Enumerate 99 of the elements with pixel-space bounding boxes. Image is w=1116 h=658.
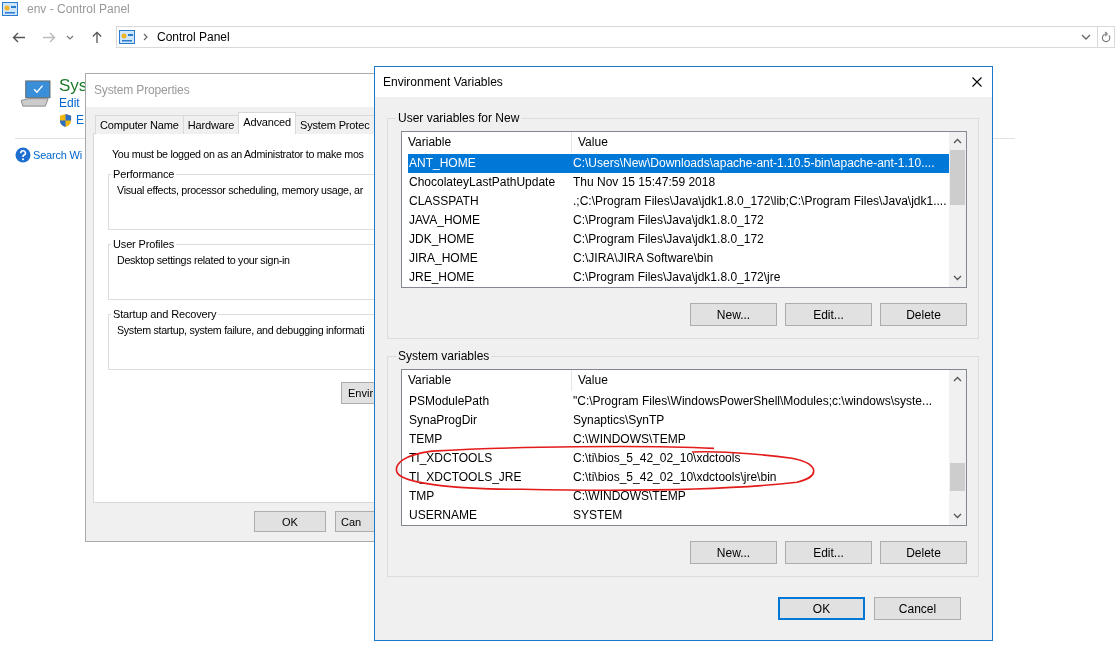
variable-value: C:\ti\bios_5_42_02_10\xdctools\jre\bin	[573, 469, 778, 486]
help-icon	[15, 147, 31, 163]
variable-value: C:\JIRA\JIRA Software\bin	[573, 250, 715, 267]
variable-value: C:\Users\New\Downloads\apache-ant-1.10.5-bin\apache-ant-1.10....	[573, 155, 936, 172]
variable-name: JRE_HOME	[408, 269, 476, 286]
list-row[interactable]: CLASSPATH .;C:\Program Files\Java\jdk1.8.0_172\lib;C:\Program Files\Java\jdk1....	[408, 192, 949, 211]
variable-value: C:\WINDOWS\TEMP	[573, 431, 687, 448]
close-icon[interactable]	[972, 77, 982, 87]
refresh-icon	[1101, 31, 1111, 43]
list-row[interactable]: JRE_HOME C:\Program Files\Java\jdk1.8.0_172\jre	[408, 268, 949, 287]
variable-name: TMP	[408, 488, 436, 505]
control-panel-icon	[2, 2, 18, 16]
variable-name: CLASSPATH	[408, 193, 480, 210]
shield-icon	[59, 113, 72, 128]
chevron-right-icon	[143, 33, 148, 41]
variable-value: .;C:\Program Files\Java\jdk1.8.0_172\lib;C:\Program Files\Java\jdk1....	[573, 193, 948, 210]
variable-value: C:\ti\bios_5_42_02_10\xdctools	[573, 450, 742, 467]
scroll-down-icon[interactable]	[953, 275, 962, 281]
dialog-title: Environment Variables	[383, 75, 503, 89]
variable-name: SynaProgDir	[408, 412, 479, 429]
list-row[interactable]: JDK_HOME C:\Program Files\Java\jdk1.8.0_172	[408, 230, 949, 249]
group-description: Desktop settings related to your sign-in	[117, 254, 291, 266]
group-title: Startup and Recovery	[112, 308, 218, 320]
variable-value: C:\Program Files\Java\jdk1.8.0_172	[573, 212, 765, 229]
variable-name: USERNAME	[408, 507, 478, 524]
group-title: System variables	[397, 349, 491, 363]
list-action-button[interactable]: Edit...	[785, 303, 872, 326]
chevron-down-icon[interactable]	[1081, 34, 1091, 40]
tab[interactable]: Advanced	[238, 112, 296, 134]
list-row[interactable]: JAVA_HOME C:\Program Files\Java\jdk1.8.0_172	[408, 211, 949, 230]
control-panel-icon	[119, 30, 135, 44]
variable-name: PSModulePath	[408, 393, 491, 410]
variable-value: C:\Program Files\Java\jdk1.8.0_172\jre	[573, 269, 782, 286]
list-action-button[interactable]: Delete	[880, 541, 967, 564]
up-arrow-icon[interactable]	[90, 30, 104, 44]
list-row[interactable]: USERNAME SYSTEM	[408, 506, 949, 525]
list-row[interactable]: ChocolateyLastPathUpdate Thu Nov 15 15:47:59 2018	[408, 173, 949, 192]
back-arrow-icon[interactable]	[12, 30, 26, 44]
list-row[interactable]: JIRA_HOME C:\JIRA\JIRA Software\bin	[408, 249, 949, 268]
tab[interactable]: Hardware	[182, 115, 240, 134]
variable-name: TI_XDCTOOLS	[408, 450, 494, 467]
list-row[interactable]: TEMP C:\WINDOWS\TEMP	[408, 430, 949, 449]
breadcrumb: Control Panel	[157, 30, 230, 44]
scroll-up-icon[interactable]	[953, 376, 962, 382]
list-action-button[interactable]: Delete	[880, 303, 967, 326]
group-description: System startup, system failure, and debugging informati	[117, 324, 366, 336]
list-row[interactable]: SynaProgDir Synaptics\SynTP	[408, 411, 949, 430]
column-header[interactable]: Value	[572, 370, 949, 391]
list-action-button[interactable]: Edit...	[785, 541, 872, 564]
scrollbar-thumb[interactable]	[950, 150, 965, 205]
chevron-down-icon[interactable]	[66, 34, 74, 40]
edit-link[interactable]: Edit	[59, 96, 80, 111]
window-title: env - Control Panel	[27, 2, 130, 16]
variable-value: "C:\Program Files\WindowsPowerShell\Modules;c:\windows\syste...	[573, 393, 934, 410]
address-bar[interactable]: Control Panel	[116, 26, 1098, 48]
variable-name: JIRA_HOME	[408, 250, 479, 267]
group-title: User variables for New	[397, 111, 521, 125]
settings-link[interactable]: E	[76, 113, 84, 128]
variable-value: SYSTEM	[573, 507, 624, 524]
scrollbar[interactable]	[949, 132, 966, 287]
variable-value: C:\Program Files\Java\jdk1.8.0_172	[573, 231, 765, 248]
dialog-button[interactable]: OK	[254, 511, 326, 532]
list-row[interactable]: TMP C:\WINDOWS\TEMP	[408, 487, 949, 506]
scroll-down-icon[interactable]	[953, 513, 962, 519]
variable-name: TEMP	[408, 431, 444, 448]
variable-value: C:\WINDOWS\TEMP	[573, 488, 687, 505]
variable-name: JAVA_HOME	[408, 212, 481, 229]
group-title: Performance	[112, 168, 176, 180]
column-header[interactable]: Variable	[402, 370, 572, 391]
scrollbar-thumb[interactable]	[950, 463, 965, 491]
group-title: User Profiles	[112, 238, 175, 250]
list-row[interactable]: TI_XDCTOOLS C:\ti\bios_5_42_02_10\xdctools	[408, 449, 949, 468]
list-row[interactable]: ANT_HOME C:\Users\New\Downloads\apache-ant-1.10.5-bin\apache-ant-1.10....	[408, 154, 949, 173]
list-row[interactable]: TI_XDCTOOLS_JRE C:\ti\bios_5_42_02_10\xdctools\jre\bin	[408, 468, 949, 487]
notice-text: You must be logged on as an Administrator to make mos	[112, 148, 365, 160]
dialog-title: System Properties	[86, 74, 375, 107]
environment-variables-button[interactable]: Envir	[341, 382, 375, 404]
variable-name: ANT_HOME	[408, 155, 477, 172]
dialog-button[interactable]: Can	[335, 511, 375, 532]
variable-name: JDK_HOME	[408, 231, 476, 248]
column-header[interactable]: Variable	[402, 132, 572, 153]
refresh-button[interactable]	[1098, 26, 1115, 48]
dialog-button[interactable]: Cancel	[874, 597, 961, 620]
list-action-button[interactable]: New...	[690, 541, 777, 564]
variable-name: TI_XDCTOOLS_JRE	[408, 469, 523, 486]
scrollbar[interactable]	[949, 370, 966, 525]
dialog-button[interactable]: OK	[778, 597, 865, 620]
tab[interactable]: Computer Name	[95, 115, 184, 134]
list-action-button[interactable]: New...	[690, 303, 777, 326]
computer-icon	[20, 80, 52, 108]
scroll-up-icon[interactable]	[953, 138, 962, 144]
variable-value: Thu Nov 15 15:47:59 2018	[573, 174, 717, 191]
group-description: Visual effects, processor scheduling, memory usage, ar	[117, 184, 364, 196]
column-header[interactable]: Value	[572, 132, 949, 153]
variable-value: Synaptics\SynTP	[573, 412, 666, 429]
variable-name: ChocolateyLastPathUpdate	[408, 174, 557, 191]
tab[interactable]: System Protec	[295, 115, 375, 134]
search-link[interactable]: Search Wi	[33, 147, 82, 163]
list-row[interactable]: PSModulePath "C:\Program Files\WindowsPowerShell\Modules;c:\windows\syste...	[408, 392, 949, 411]
